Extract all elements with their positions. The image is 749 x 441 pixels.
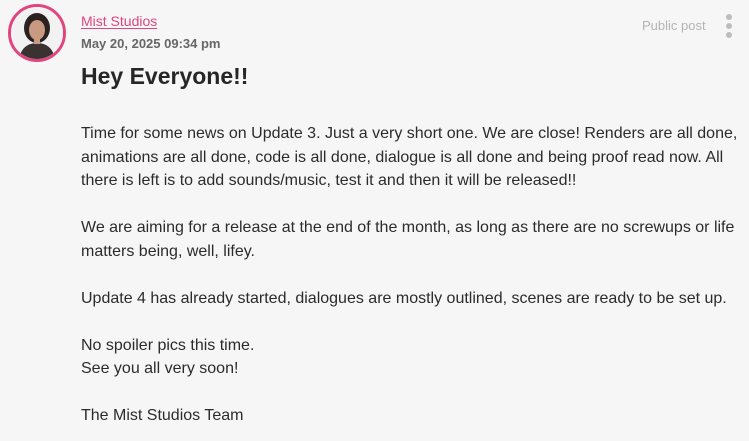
avatar-image <box>11 7 63 59</box>
avatar[interactable] <box>8 4 66 62</box>
menu-dot <box>726 23 732 29</box>
menu-dot <box>726 14 732 20</box>
post-paragraph: See you all very soon! <box>81 360 239 377</box>
post-title: Hey Everyone!! <box>81 63 249 89</box>
menu-dot <box>726 32 732 38</box>
post-body: Time for some news on Update 3. Just a v… <box>81 122 741 441</box>
post-paragraph: We are aiming for a release at the end o… <box>81 219 735 260</box>
post-paragraph: Update 4 has already started, dialogues … <box>81 289 727 307</box>
author-link[interactable]: Mist Studios <box>81 13 157 29</box>
post-timestamp: May 20, 2025 09:34 pm <box>81 36 221 51</box>
visibility-label: Public post <box>642 18 706 33</box>
more-vertical-icon[interactable] <box>721 13 737 39</box>
post-paragraph: Time for some news on Update 3. Just a v… <box>81 125 738 189</box>
post-paragraph: No spoiler pics this time. <box>81 336 255 354</box>
post-signature: The Mist Studios Team <box>81 407 244 424</box>
